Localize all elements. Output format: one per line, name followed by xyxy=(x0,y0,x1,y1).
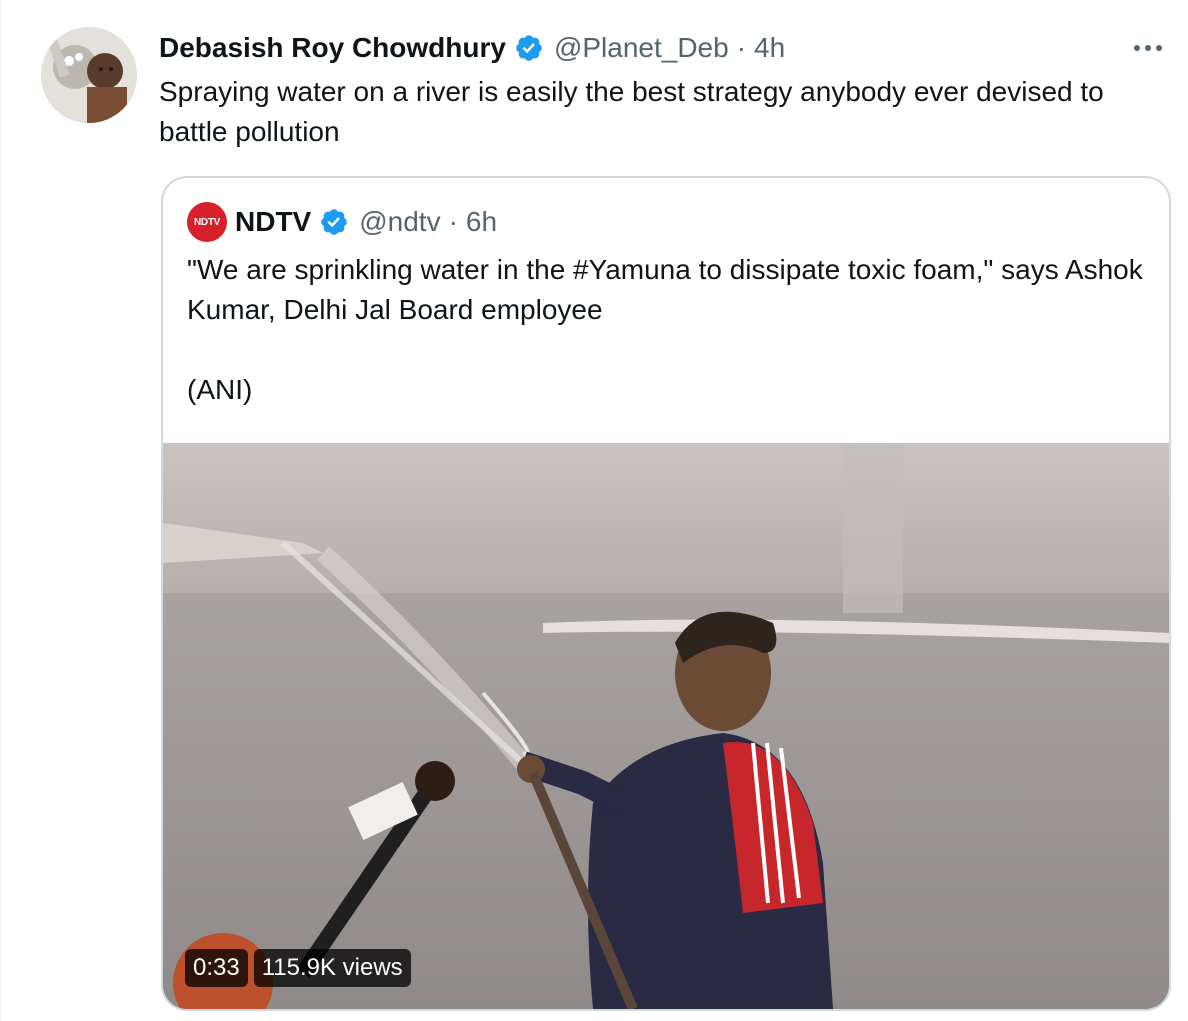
tweet-time[interactable]: 4h xyxy=(754,32,785,64)
quoted-author-handle[interactable]: @ndtv xyxy=(359,206,440,238)
quoted-tweet-header: NDTV NDTV @ndtv · 6h xyxy=(187,202,497,242)
more-dot xyxy=(1156,45,1162,51)
verified-badge-icon xyxy=(319,207,349,237)
quoted-tweet-card[interactable]: NDTV NDTV @ndtv · 6h "We are sprinkling … xyxy=(161,176,1171,1011)
author-avatar[interactable] xyxy=(41,27,137,123)
tweet-container: Debasish Roy Chowdhury @Planet_Deb · 4h … xyxy=(0,0,1188,1021)
tweet-header: Debasish Roy Chowdhury @Planet_Deb · 4h xyxy=(159,30,785,66)
verified-badge-icon xyxy=(514,33,544,63)
separator-dot: · xyxy=(448,206,458,237)
author-handle[interactable]: @Planet_Deb xyxy=(554,32,729,64)
more-dot xyxy=(1134,45,1140,51)
separator-dot: · xyxy=(736,32,747,63)
more-options-button[interactable] xyxy=(1128,36,1168,60)
tweet-text: Spraying water on a river is easily the … xyxy=(159,76,1104,147)
quoted-author-name[interactable]: NDTV xyxy=(235,206,311,238)
ndtv-logo-text: NDTV xyxy=(193,216,221,228)
quoted-tweet-time[interactable]: 6h xyxy=(466,206,497,238)
video-player[interactable]: 0:33 115.9K views xyxy=(163,443,1169,1009)
video-duration: 0:33 xyxy=(185,949,248,987)
quoted-tweet-text: "We are sprinkling water in the #Yamuna … xyxy=(187,254,1143,405)
more-dot xyxy=(1145,45,1151,51)
ndtv-avatar[interactable]: NDTV xyxy=(187,202,227,242)
video-badges: 0:33 115.9K views xyxy=(185,949,411,987)
video-views: 115.9K views xyxy=(253,949,411,987)
video-thumbnail xyxy=(163,443,1169,1009)
author-name[interactable]: Debasish Roy Chowdhury xyxy=(159,32,506,64)
